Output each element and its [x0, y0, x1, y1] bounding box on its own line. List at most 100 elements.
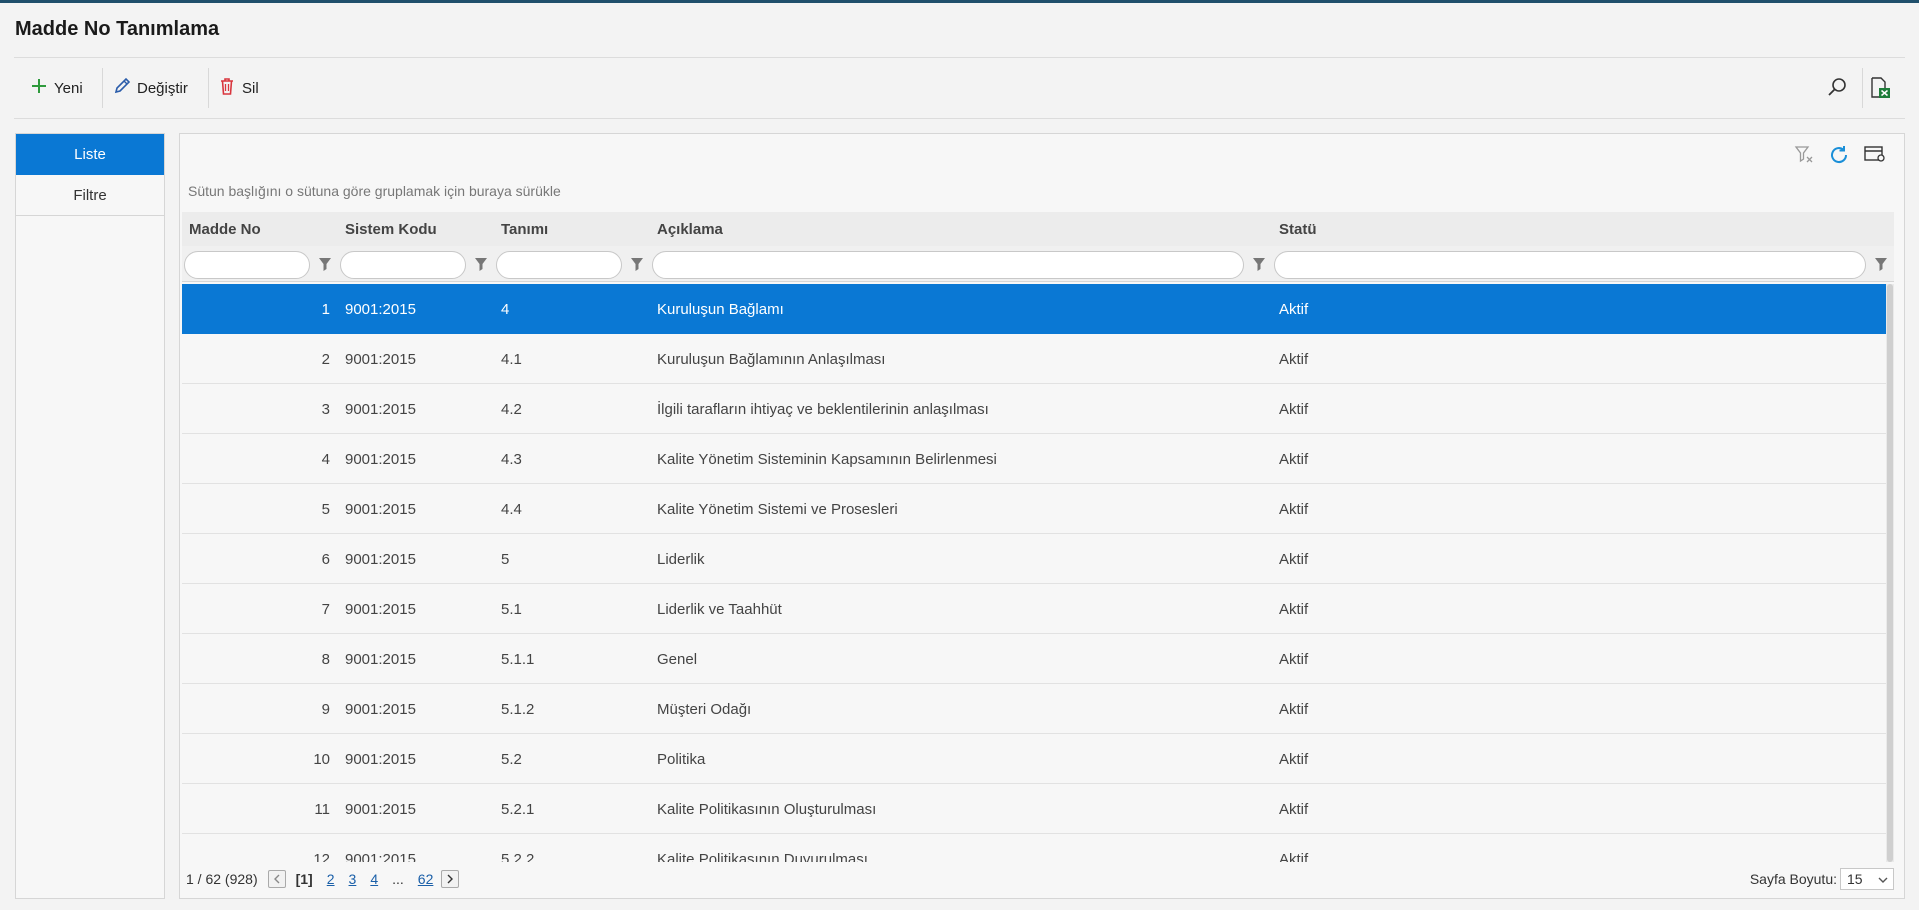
filter-icon[interactable]	[1252, 256, 1266, 275]
page-link[interactable]: 3	[349, 871, 357, 887]
plus-icon	[30, 77, 54, 99]
cell-statu: Aktif	[1279, 700, 1309, 718]
table-row[interactable]: 2 9001:2015 4.1 Kuruluşun Bağlamının Anlaşı…	[182, 334, 1894, 384]
column-header-tanimi[interactable]: Tanımı	[494, 212, 650, 246]
title-divider	[14, 57, 1905, 58]
cell-statu: Aktif	[1279, 300, 1309, 318]
page-ellipsis: ...	[392, 871, 404, 887]
cell-tanimi: 5.1.2	[501, 700, 535, 718]
edit-button[interactable]: Değiştir	[113, 68, 188, 108]
table-row[interactable]: 10 9001:2015 5.2 Politika Aktif	[182, 734, 1894, 784]
toolbar: Yeni Değiştir Sil	[14, 68, 1905, 108]
filter-input-aciklama[interactable]	[652, 251, 1244, 279]
table-row[interactable]: 6 9001:2015 5 Liderlik Aktif	[182, 534, 1894, 584]
cell-sistem-kodu: 9001:2015	[345, 750, 416, 768]
table-row[interactable]: 9 9001:2015 5.1.2 Müşteri Odağı Aktif	[182, 684, 1894, 734]
column-header-madde-no[interactable]: Madde No	[182, 212, 338, 246]
vertical-scrollbar[interactable]	[1886, 284, 1894, 862]
table-row[interactable]: 5 9001:2015 4.4 Kalite Yönetim Sistemi ve P…	[182, 484, 1894, 534]
cell-aciklama: Kalite Yönetim Sisteminin Kapsamının Bel…	[657, 450, 997, 468]
prev-page-button[interactable]	[267, 870, 286, 888]
new-button[interactable]: Yeni	[30, 68, 83, 108]
search-icon[interactable]	[1826, 76, 1848, 101]
cell-madde-no: 1	[321, 300, 330, 318]
toolbar-divider	[102, 68, 103, 108]
filter-icon[interactable]	[474, 256, 488, 275]
cell-madde-no: 9	[321, 700, 330, 718]
cell-aciklama: Kalite Politikasının Oluşturulması	[657, 800, 877, 818]
table-row[interactable]: 3 9001:2015 4.2 İlgili tarafların ihtiyaç v…	[182, 384, 1894, 434]
cell-aciklama: Kuruluşun Bağlamı	[657, 300, 784, 318]
cell-madde-no: 2	[321, 350, 330, 368]
filter-icon[interactable]	[318, 256, 332, 275]
page-link[interactable]: 2	[327, 871, 335, 887]
cell-aciklama: Kalite Politikasının Duyurulması	[657, 850, 868, 863]
next-page-button[interactable]	[441, 870, 460, 888]
cell-aciklama: Müşteri Odağı	[657, 700, 752, 718]
cell-statu: Aktif	[1279, 750, 1309, 768]
cell-tanimi: 5.1	[501, 600, 522, 618]
scrollbar-thumb[interactable]	[1887, 284, 1893, 862]
page-size-label: Sayfa Boyutu:	[1749, 871, 1837, 887]
cell-sistem-kodu: 9001:2015	[345, 700, 416, 718]
cell-madde-no: 11	[314, 800, 330, 818]
grid-tools	[1794, 144, 1886, 166]
cell-sistem-kodu: 9001:2015	[345, 450, 416, 468]
page-size-select[interactable]: 15	[1840, 868, 1894, 890]
cell-sistem-kodu: 9001:2015	[345, 650, 416, 668]
cell-sistem-kodu: 9001:2015	[345, 400, 416, 418]
cell-madde-no: 3	[321, 400, 330, 418]
delete-button-label: Sil	[242, 79, 259, 97]
cell-tanimi: 4	[501, 300, 510, 318]
column-header-aciklama[interactable]: Açıklama	[650, 212, 1272, 246]
cell-statu: Aktif	[1279, 450, 1309, 468]
cell-sistem-kodu: 9001:2015	[345, 600, 416, 618]
filter-input-madde-no[interactable]	[184, 251, 310, 279]
table-row[interactable]: 8 9001:2015 5.1.1 Genel Aktif	[182, 634, 1894, 684]
filter-icon[interactable]	[1874, 256, 1888, 275]
cell-sistem-kodu: 9001:2015	[345, 850, 416, 863]
filter-input-sistem-kodu[interactable]	[340, 251, 466, 279]
delete-button[interactable]: Sil	[218, 68, 259, 108]
cell-tanimi: 4.3	[501, 450, 522, 468]
cell-madde-no: 8	[321, 650, 330, 668]
data-grid: Madde No Sistem Kodu Tanımı Açıklama Sta…	[182, 212, 1894, 862]
table-row[interactable]: 4 9001:2015 4.3 Kalite Yönetim Sisteminin K…	[182, 434, 1894, 484]
page-size-value: 15	[1847, 871, 1863, 887]
table-row[interactable]: 12 9001:2015 5.2.2 Kalite Politikasının Duy…	[182, 834, 1894, 862]
cell-statu: Aktif	[1279, 650, 1309, 668]
cell-statu: Aktif	[1279, 400, 1309, 418]
page-link[interactable]: 4	[370, 871, 378, 887]
tab-filtre[interactable]: Filtre	[16, 175, 164, 216]
toolbar-divider	[208, 68, 209, 108]
column-header-sistem-kodu[interactable]: Sistem Kodu	[338, 212, 494, 246]
toolbar-divider-line	[14, 118, 1905, 119]
edit-button-label: Değiştir	[137, 79, 188, 97]
column-settings-icon[interactable]	[1864, 144, 1886, 166]
filter-input-tanimi[interactable]	[496, 251, 622, 279]
cell-statu: Aktif	[1279, 600, 1309, 618]
table-row[interactable]: 7 9001:2015 5.1 Liderlik ve Taahhüt Aktif	[182, 584, 1894, 634]
clear-filter-icon[interactable]	[1794, 144, 1814, 166]
column-header-statu[interactable]: Statü	[1272, 212, 1894, 246]
last-page-link[interactable]: 62	[418, 871, 434, 887]
excel-export-icon[interactable]	[1869, 76, 1891, 103]
new-button-label: Yeni	[54, 79, 83, 97]
cell-tanimi: 5.2.1	[501, 800, 535, 818]
filter-input-statu[interactable]	[1274, 251, 1866, 279]
cell-aciklama: Kalite Yönetim Sistemi ve Prosesleri	[657, 500, 898, 518]
cell-tanimi: 5.2.2	[501, 850, 535, 863]
tab-liste[interactable]: Liste	[16, 134, 164, 175]
refresh-icon[interactable]	[1828, 144, 1850, 166]
table-row[interactable]: 1 9001:2015 4 Kuruluşun Bağlamı Aktif	[182, 284, 1894, 334]
filter-icon[interactable]	[630, 256, 644, 275]
cell-tanimi: 5	[501, 550, 510, 568]
cell-tanimi: 5.1.1	[501, 650, 535, 668]
cell-statu: Aktif	[1279, 850, 1309, 863]
filter-row	[182, 246, 1894, 282]
cell-madde-no: 4	[321, 450, 330, 468]
table-row[interactable]: 11 9001:2015 5.2.1 Kalite Politikasının Olu…	[182, 784, 1894, 834]
pencil-icon	[113, 77, 137, 99]
top-accent-line	[0, 0, 1919, 3]
cell-aciklama: Liderlik ve Taahhüt	[657, 600, 782, 618]
